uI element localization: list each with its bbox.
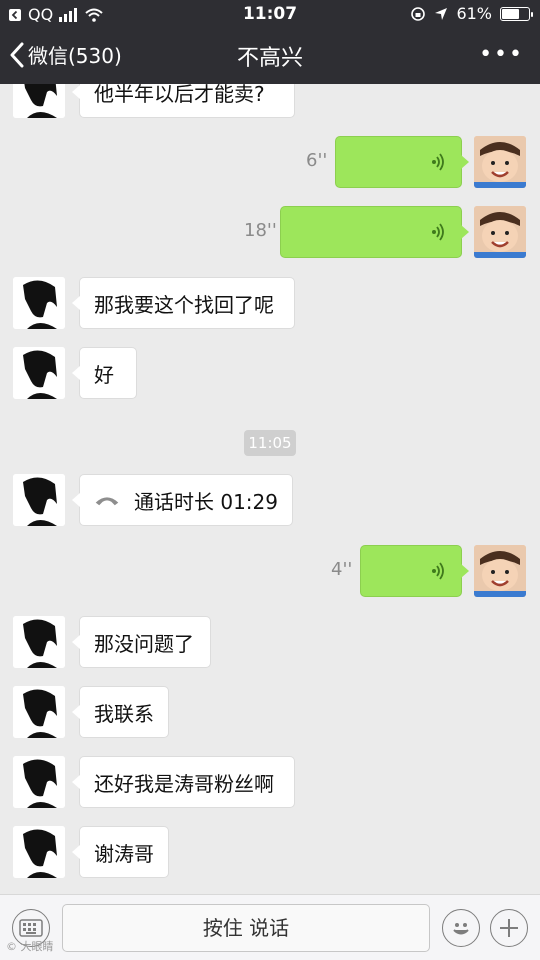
hold-to-talk-button[interactable]: 按住 说话 xyxy=(62,904,430,952)
voice-duration: 4'' xyxy=(331,559,353,580)
chat-area[interactable]: 他半年以后才能卖? 6'' 18'' 那我要这个找回了呢 好 11:05 通话时… xyxy=(0,84,540,894)
more-options-button[interactable]: ••• xyxy=(479,42,524,67)
contact-avatar[interactable] xyxy=(13,616,65,668)
call-duration-text: 通话时长 01:29 xyxy=(134,489,278,514)
message-bubble[interactable]: 还好我是涛哥粉丝啊 xyxy=(72,756,295,808)
timestamp-chip: 11:05 xyxy=(244,430,296,456)
input-bar: 按住 说话 xyxy=(0,894,540,960)
battery-icon xyxy=(500,6,533,21)
my-avatar[interactable] xyxy=(474,136,526,188)
smiley-icon xyxy=(453,923,469,935)
emoji-button[interactable] xyxy=(442,909,480,947)
voice-duration: 18'' xyxy=(244,220,277,241)
top-bar: QQ 11:07 61% 微信(530) 不高兴 ••• xyxy=(0,0,540,84)
message-bubble[interactable]: 我联系 xyxy=(72,686,169,738)
location-icon xyxy=(435,7,448,20)
message-bubble[interactable]: 那我要这个找回了呢 xyxy=(72,277,295,329)
plus-icon xyxy=(500,919,518,937)
battery-percent: 61% xyxy=(456,4,492,23)
message-bubble[interactable]: 他半年以后才能卖? xyxy=(72,84,295,118)
nav-bar: 微信(530) 不高兴 ••• xyxy=(0,30,540,84)
contact-avatar[interactable] xyxy=(13,84,65,118)
my-avatar[interactable] xyxy=(474,545,526,597)
my-avatar[interactable] xyxy=(474,206,526,258)
contact-avatar[interactable] xyxy=(13,756,65,808)
contact-avatar[interactable] xyxy=(13,277,65,329)
contact-avatar[interactable] xyxy=(13,474,65,526)
keyboard-icon xyxy=(19,919,43,937)
lock-rotation-icon xyxy=(411,6,426,21)
status-bar: QQ 11:07 61% xyxy=(0,0,540,28)
voice-wave-icon xyxy=(432,223,444,241)
voice-message-bubble[interactable] xyxy=(360,545,469,597)
voice-wave-icon xyxy=(432,153,444,171)
voice-wave-icon xyxy=(432,562,444,580)
watermark: © 大眼睛 xyxy=(6,940,54,953)
contact-avatar[interactable] xyxy=(13,686,65,738)
contact-avatar[interactable] xyxy=(13,347,65,399)
message-bubble[interactable]: 好 xyxy=(72,347,137,399)
message-bubble[interactable]: 谢涛哥 xyxy=(72,826,169,878)
chat-title: 不高兴 xyxy=(236,46,303,71)
more-functions-button[interactable] xyxy=(490,909,528,947)
voice-message-bubble[interactable] xyxy=(280,206,469,258)
voice-duration: 6'' xyxy=(306,150,328,171)
call-record-bubble[interactable]: 通话时长 01:29 xyxy=(72,474,293,526)
message-bubble[interactable]: 那没问题了 xyxy=(72,616,211,668)
contact-avatar[interactable] xyxy=(13,826,65,878)
phone-hangup-icon xyxy=(95,497,119,506)
voice-message-bubble[interactable] xyxy=(335,136,469,188)
